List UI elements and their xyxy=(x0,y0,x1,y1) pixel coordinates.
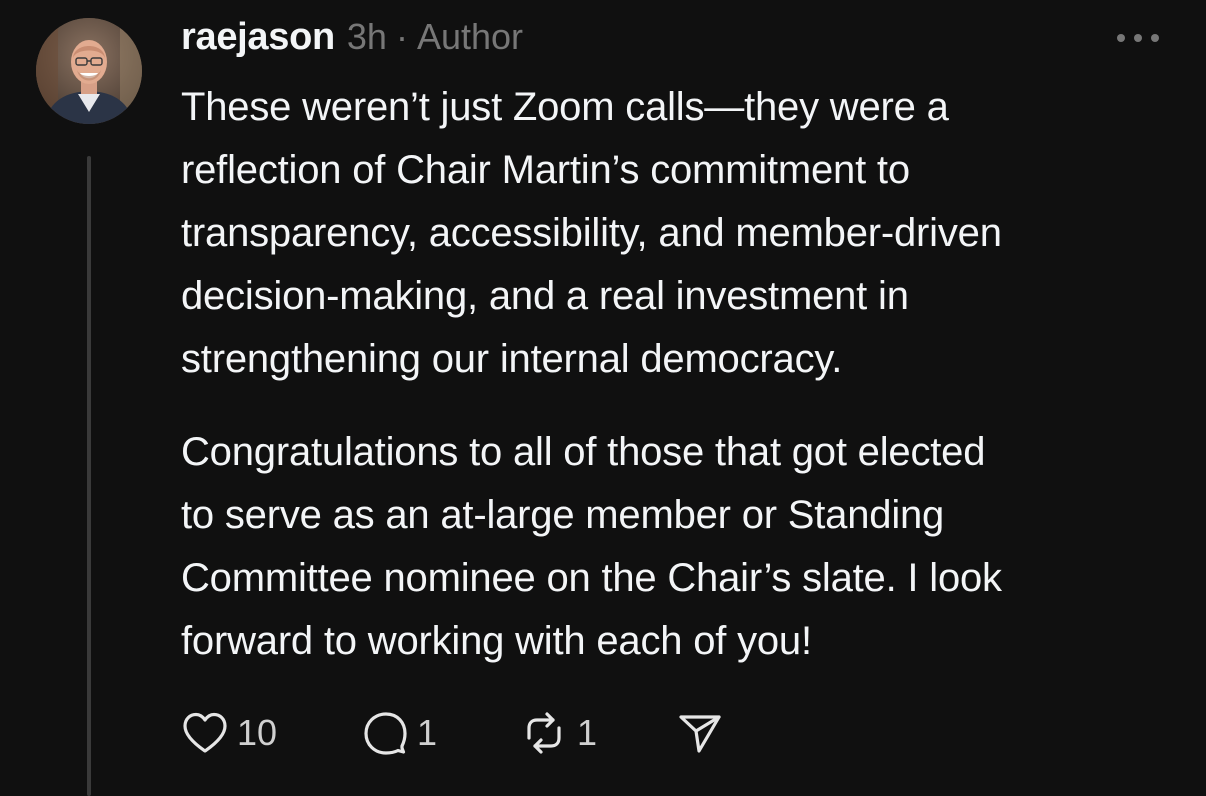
more-horizontal-icon xyxy=(1117,34,1159,42)
action-bar: 10 1 1 xyxy=(181,706,723,760)
post-paragraph-2: Congratulations to all of those that got… xyxy=(181,430,1002,663)
post-paragraph-1: These weren’t just Zoom calls—they were … xyxy=(181,85,1002,381)
reply-button[interactable]: 1 xyxy=(361,710,519,756)
author-badge: Author xyxy=(416,16,524,57)
timestamp[interactable]: 3h xyxy=(347,16,387,58)
like-button[interactable]: 10 xyxy=(181,711,361,755)
share-button[interactable] xyxy=(677,711,723,755)
post-body: These weren’t just Zoom calls—they were … xyxy=(181,76,1181,673)
comment-bubble-icon xyxy=(364,712,407,755)
repost-button[interactable]: 1 xyxy=(519,710,677,756)
post-header: raejason 3h · Author xyxy=(181,16,523,62)
like-count: 10 xyxy=(237,712,278,753)
repost-icon xyxy=(527,712,561,754)
repost-count: 1 xyxy=(577,712,598,753)
avatar-photo xyxy=(36,18,142,124)
username[interactable]: raejason xyxy=(181,16,335,59)
reply-count: 1 xyxy=(417,712,438,753)
thread-line xyxy=(87,156,91,796)
heart-icon xyxy=(183,712,227,753)
thread-post: raejason 3h · Author These weren’t just … xyxy=(0,0,1206,796)
meta-separator: · xyxy=(395,16,408,57)
send-icon xyxy=(679,715,721,753)
avatar[interactable] xyxy=(36,18,142,124)
more-options-button[interactable] xyxy=(1115,28,1161,48)
